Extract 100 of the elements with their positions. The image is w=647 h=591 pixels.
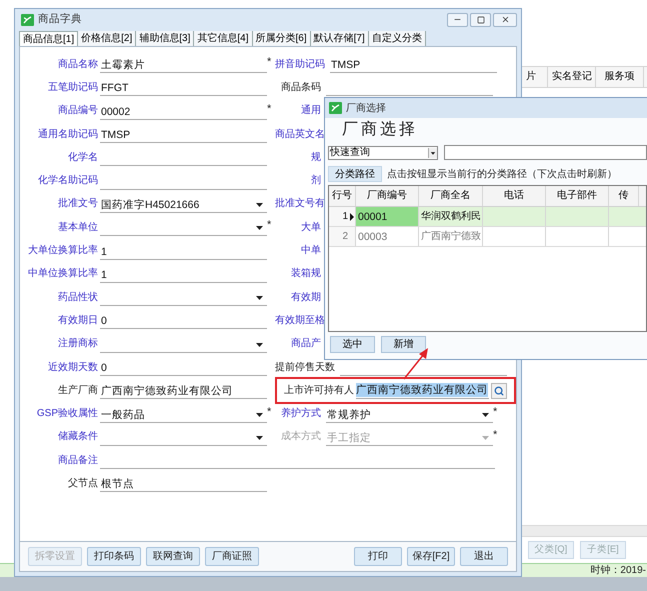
field-label: 中单位换算比率 [27, 268, 99, 280]
field-label: 大单位换算比率 [27, 245, 99, 258]
text-field[interactable]: 0 [100, 312, 267, 330]
tab[interactable]: 其它信息[4] [194, 31, 252, 46]
text-field[interactable]: 1 [100, 242, 267, 260]
field-label: 生产厂商 [57, 384, 99, 397]
caret-icon[interactable] [256, 436, 263, 440]
table-cell: 00001 [356, 207, 419, 226]
path-button[interactable]: 分类路径 [328, 166, 382, 182]
table-cell: 广西南宁德致 [419, 227, 483, 246]
dialog-heading: 厂商选择 [341, 120, 419, 140]
text-field[interactable]: 土霉素片 [100, 56, 267, 74]
close-button[interactable] [493, 12, 517, 26]
query-mode-select[interactable]: 快速查询 [328, 146, 438, 160]
field-label: 养护方式 [280, 408, 322, 420]
text-field[interactable]: 00002 [100, 102, 267, 120]
field-label: 批准文号有 [275, 198, 326, 210]
field-label: 剂 [310, 175, 322, 188]
window-title: 商品字典 [38, 12, 82, 27]
field-label: 父节点 [67, 478, 99, 490]
field-label: 基本单位 [57, 222, 99, 234]
field-label: 通用 [300, 105, 322, 118]
text-field[interactable]: 1 [100, 266, 267, 283]
maximize-icon [476, 16, 484, 24]
field-label: 药品性状 [57, 292, 99, 304]
footer-button[interactable]: 厂商证照 [205, 547, 259, 566]
caret-icon[interactable] [482, 412, 489, 417]
clock-text: 时钟：2019- [590, 564, 646, 576]
tab[interactable]: 辅助信息[3] [136, 31, 194, 46]
field-label: 批准文号 [57, 198, 99, 210]
field-label: 商品名称 [57, 58, 99, 71]
column-header: 厂商编号 [356, 186, 419, 206]
caret-icon[interactable] [256, 226, 263, 230]
text-field[interactable]: TMSP [330, 56, 497, 74]
dropdown-field[interactable]: 一般药品 [100, 406, 267, 423]
text-field[interactable]: 根节点 [100, 475, 267, 492]
dropdown-field[interactable]: 常规养护 [326, 406, 493, 423]
field-label: 有效期 [290, 292, 322, 304]
search-icon [494, 386, 504, 396]
field-label: 商品英文名 [275, 128, 326, 141]
text-field[interactable]: FFGT [100, 79, 267, 96]
vendor-row[interactable]: 2 00003 广西南宁德致 [329, 227, 646, 247]
hint-text: 点击按钮显示当前行的分类路径（下次点击时刷新） [387, 168, 617, 182]
field-label: 有效期至格 [275, 314, 326, 327]
minimize-button[interactable] [447, 12, 468, 26]
text-field[interactable]: TMSP [100, 126, 267, 144]
column-header: 电子部件 [546, 186, 609, 206]
required-mark: * [267, 219, 272, 232]
close-icon [500, 15, 510, 24]
maximize-button[interactable] [470, 12, 491, 26]
field-label: 大单 [300, 222, 322, 234]
vendor-row[interactable]: 1 00001 华润双鹤利民 [329, 207, 646, 227]
footer-button[interactable]: 打印条码 [87, 547, 141, 566]
footer-button[interactable]: 联网查询 [146, 547, 200, 566]
field-label: 近效期天数 [47, 362, 99, 374]
field-label: 通用名助记码 [37, 128, 99, 141]
field-label: 中单 [300, 245, 322, 258]
field-label: 注册商标 [57, 338, 99, 350]
column-header: 电话 [483, 186, 546, 206]
footer-button[interactable]: 打印 [354, 547, 402, 566]
footer-button[interactable]: 保存[F2] [407, 547, 455, 566]
field-label: 化学名助记码 [37, 175, 99, 188]
field-label: 五笔助记码 [47, 82, 99, 94]
field-label: 化学名 [67, 152, 99, 164]
table-cell-text: 1 [342, 210, 348, 224]
required-mark: * [267, 406, 272, 418]
footer-button[interactable]: 退出 [460, 547, 508, 566]
field-label: 拼音助记码 [275, 58, 326, 71]
caret-icon[interactable] [256, 412, 263, 417]
dropdown-field[interactable]: 国药准字H45021666 [100, 196, 267, 213]
tab[interactable]: 商品信息[1] [19, 31, 78, 46]
column-header: 厂商全名 [419, 186, 483, 206]
field-label: GSP验收属性 [36, 408, 99, 420]
field-label: 储藏条件 [57, 431, 99, 444]
tab[interactable]: 价格信息[2] [78, 31, 136, 46]
field-label: 商品编号 [57, 105, 99, 118]
field-label: 规 [310, 152, 322, 164]
field-label: 上市许可持有人 [284, 384, 354, 398]
table-cell: 00003 [356, 227, 419, 246]
caret-icon[interactable] [256, 202, 263, 207]
caret-icon[interactable] [256, 342, 263, 347]
horizontal-scrollbar[interactable] [522, 525, 647, 537]
field-label: 成本方式 [280, 431, 322, 444]
caret-icon[interactable] [428, 148, 437, 158]
text-field[interactable]: 广西南宁德致药业有限公司 [100, 382, 267, 400]
dialog-title: 厂商选择 [346, 102, 386, 116]
tab[interactable]: 默认存储[7] [310, 31, 369, 46]
required-mark: * [493, 428, 498, 441]
dialog-button[interactable]: 新增 [381, 336, 426, 352]
row-pointer-icon [350, 212, 354, 220]
app-icon [21, 14, 34, 26]
tab[interactable]: 所属分类[6] [252, 31, 311, 46]
table-cell-text: 2 [342, 230, 348, 244]
caret-icon[interactable] [256, 296, 263, 300]
dialog-button[interactable]: 选中 [330, 336, 375, 352]
search-input[interactable] [444, 145, 647, 160]
tab[interactable]: 自定义分类 [368, 31, 426, 46]
text-field[interactable]: 0 [100, 359, 267, 376]
required-mark: * [267, 102, 272, 115]
search-button[interactable] [491, 382, 507, 399]
